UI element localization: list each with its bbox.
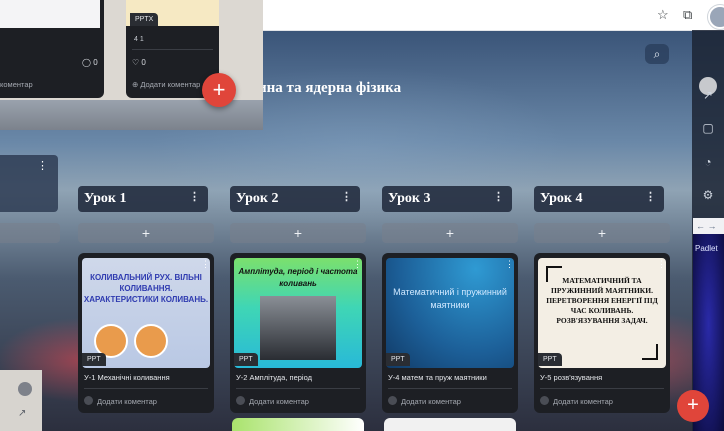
card-thumbnail[interactable]: КОЛИВАЛЬНИЙ РУХ. ВІЛЬНІ КОЛИВАННЯ. ХАРАК… [82,258,210,368]
add-comment-link[interactable]: Додати коментар [84,396,157,406]
crop-icon[interactable]: ▢ [698,118,718,138]
column-header-3[interactable]: Урок 3 ⋮ [382,186,512,212]
card-meta: 4 1 [134,36,144,43]
padlet-logo: Padlet [695,244,718,253]
column-header-1[interactable]: Урок 1 ⋮ [78,186,208,212]
card-thumbnail[interactable]: Математичний і пружинний маятники [386,258,514,368]
puzzle-icon[interactable]: ⧉ [683,7,692,23]
add-post-button[interactable]: + [382,223,518,243]
user-icon [84,396,93,405]
column-header-4[interactable]: Урок 4 ⋮ [534,186,664,212]
kebab-icon[interactable]: ⋮ [341,190,352,203]
bracket-decoration [642,344,658,360]
kebab-icon[interactable]: ⋮ [645,190,656,203]
file-type-badge: PPT [234,353,258,366]
divider [84,388,208,389]
add-post-button[interactable]: + [534,223,670,243]
column-header-2[interactable]: Урок 2 ⋮ [230,186,360,212]
comment-count-value: 0 [93,58,98,67]
pendulum-image [260,296,336,360]
column-title: Урок 4 [540,191,583,206]
divider [540,388,664,389]
star-icon[interactable]: ☆ [657,7,669,23]
add-comment-label: Додати коментар [401,397,461,406]
post-card[interactable]: Амплітуда, період і частота коливань PPT… [230,253,366,413]
post-card-peek[interactable] [384,418,516,431]
add-post-button-partial[interactable] [0,223,60,243]
user-icon [540,396,549,405]
thumbnail-text: МАТЕМАТИЧНИЙ ТА ПРУЖИННИЙ МАЯТНИКИ. ПЕРЕ… [546,276,658,325]
post-card[interactable]: МАТЕМАТИЧНИЙ ТА ПРУЖИННИЙ МАЯТНИКИ. ПЕРЕ… [534,253,670,413]
post-card[interactable]: Математичний і пружинний маятники PPT ⋮ … [382,253,518,413]
user-icon [388,396,397,405]
card-title: У-2 Амплітуда, період [236,373,312,382]
thumbnail-text: Амплітуда, період і частота коливань [238,267,358,288]
kebab-icon[interactable]: ⋮ [353,259,362,270]
add-comment-link[interactable]: ⊕ Додати коментар [132,80,200,89]
card-thumbnail[interactable]: Амплітуда, період і частота коливань [234,258,362,368]
column-title: Урок 1 [84,191,127,206]
add-comment-label: Додати коментар [97,397,157,406]
board-title: ина та ядерна фізика [258,80,402,96]
file-type-badge: PPT [82,353,106,366]
heart-icon: ♡ [132,58,142,67]
search-icon: ⌕ [653,47,661,61]
kebab-icon[interactable]: ⋮ [189,190,200,203]
column-title: Урок 3 [388,191,431,206]
add-comment-link[interactable]: Додати коментар [540,396,613,406]
add-comment-label: Додати коментар [140,80,201,89]
post-card-peek[interactable] [232,418,364,431]
add-comment-link[interactable]: коментар [0,80,33,89]
add-post-button[interactable]: + [230,223,366,243]
divider [132,49,213,50]
profile-avatar[interactable] [708,5,724,29]
overlay-window: ◯ 0 коментар PPTX 4 1 ♡ 0 ⊕ Додати комен… [0,0,263,130]
file-type-badge: PPTX [130,13,159,26]
add-comment-label: Додати коментар [249,397,309,406]
add-comment-link[interactable]: Додати коментар [236,396,309,406]
kebab-icon[interactable]: ⋮ [657,259,666,270]
add-post-fab[interactable]: + [202,73,236,107]
user-icon [236,396,245,405]
diagram-image [134,324,168,358]
like-button[interactable]: ♡ 0 [132,58,146,67]
card-title: У-4 матем та пруж маятники [388,373,487,382]
file-type-badge: PPT [538,353,562,366]
add-comment-label: Додати коментар [553,397,613,406]
avatar[interactable] [18,382,32,396]
like-count: 0 [141,58,146,67]
column-header-partial: ⋮ [0,155,58,212]
add-comment-link[interactable]: Додати коментар [388,396,461,406]
card-thumbnail[interactable]: МАТЕМАТИЧНИЙ ТА ПРУЖИННИЙ МАЯТНИКИ. ПЕРЕ… [538,258,666,368]
column-title: Урок 2 [236,191,279,206]
comment-count: ◯ 0 [82,58,98,67]
divider [236,388,360,389]
browser-toolbar: ☆ ⧉ [263,0,724,31]
kebab-icon[interactable]: ⋮ [37,159,48,172]
overlay-window-small: ↗ [0,370,42,431]
kebab-icon[interactable]: ⋮ [505,259,514,270]
bell-icon[interactable]: ◔ [698,152,718,172]
post-card[interactable]: КОЛИВАЛЬНИЙ РУХ. ВІЛЬНІ КОЛИВАННЯ. ХАРАК… [78,253,214,413]
kebab-icon[interactable]: ⋮ [493,190,504,203]
post-card[interactable]: ◯ 0 коментар [0,0,104,98]
settings-icon[interactable]: ⚙ [698,185,718,205]
kebab-icon[interactable]: ⋮ [201,259,210,270]
search-button[interactable]: ⌕ [645,44,669,64]
card-title: У-5 розв'язування [540,373,603,382]
share-icon[interactable]: ↗ [698,85,718,105]
share-icon[interactable]: ↗ [18,408,26,419]
nav-arrows-icon[interactable]: ← → [693,218,724,234]
thumbnail-text: Математичний і пружинний маятники [393,287,507,310]
divider [388,388,512,389]
thumbnail-text: КОЛИВАЛЬНИЙ РУХ. ВІЛЬНІ КОЛИВАННЯ. ХАРАК… [83,273,209,304]
add-post-fab[interactable]: + [677,390,709,422]
add-post-button[interactable]: + [78,223,214,243]
card-thumbnail[interactable] [0,0,100,28]
comment-icon: ◯ [82,58,94,67]
file-type-badge: PPT [386,353,410,366]
card-title: У-1 Механічні коливання [84,373,170,382]
